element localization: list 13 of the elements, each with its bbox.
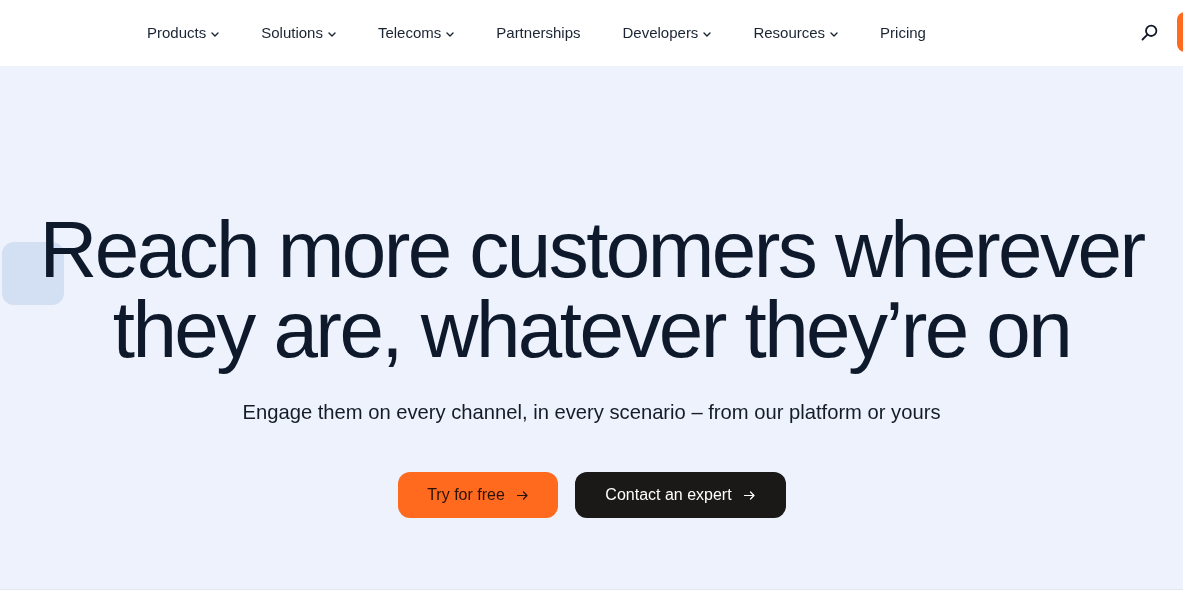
nav-link[interactable]: Developers [622, 21, 712, 45]
search-icon [1140, 23, 1158, 41]
nav-link[interactable]: Products [147, 21, 220, 45]
try-button[interactable]: Try for free [397, 472, 558, 518]
nav-link[interactable]: Pricing [880, 21, 926, 45]
nav-link[interactable]: Partnerships [496, 21, 581, 45]
nav-link[interactable]: Resources [753, 21, 839, 45]
contact-button[interactable]: Contact an expert [574, 472, 786, 518]
nav-link[interactable]: Solutions [261, 21, 336, 45]
arrow-right-icon [743, 490, 755, 500]
hero-subtitle: Engage them on every channel, in every scenario – from our platform or yours [242, 400, 941, 425]
nav-link[interactable]: Telecoms [377, 21, 455, 45]
arrow-right-icon [516, 490, 528, 500]
